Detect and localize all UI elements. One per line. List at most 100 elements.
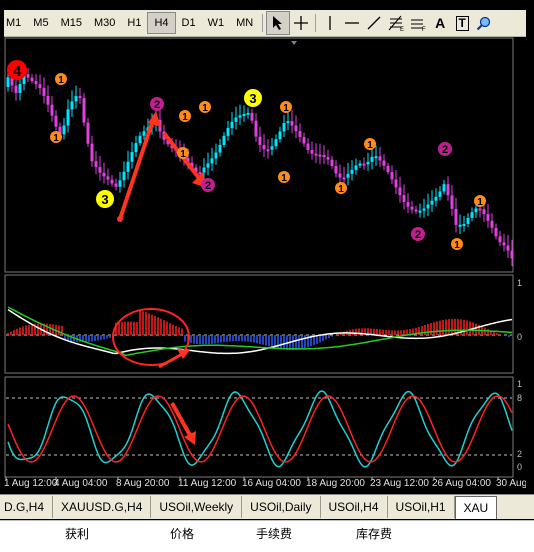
crosshair-icon[interactable] bbox=[290, 12, 312, 34]
candle-body bbox=[54, 115, 58, 127]
timeframe-mn[interactable]: MN bbox=[230, 12, 259, 34]
column-profit[interactable]: 获利 bbox=[65, 525, 89, 542]
candle-body bbox=[358, 163, 362, 166]
candle-body bbox=[110, 179, 114, 184]
candle-body bbox=[338, 173, 342, 178]
candle-body bbox=[398, 187, 402, 196]
time-axis-label: 23 Aug 12:00 bbox=[370, 478, 429, 489]
wave-1-label: 1 bbox=[454, 240, 460, 251]
column-swap[interactable]: 库存费 bbox=[356, 525, 392, 542]
candle-body bbox=[350, 169, 354, 174]
candle-body bbox=[474, 208, 478, 213]
tab-chart-xauusd-h4[interactable]: XAUUSD.G,H4 bbox=[53, 496, 152, 518]
timeframe-m30[interactable]: M30 bbox=[88, 12, 121, 34]
candle-body bbox=[434, 196, 438, 201]
candle-body bbox=[122, 171, 126, 181]
candle-body bbox=[286, 121, 290, 124]
vertical-line-icon[interactable] bbox=[319, 12, 341, 34]
candle-body bbox=[38, 84, 42, 89]
candle-body bbox=[506, 245, 510, 251]
candle-body bbox=[482, 209, 486, 215]
candle-body bbox=[98, 167, 102, 173]
tab-chart-usoil-daily[interactable]: USOil,Daily bbox=[242, 496, 321, 518]
candle-body bbox=[234, 117, 238, 122]
candle-body bbox=[318, 154, 322, 157]
text-icon[interactable]: A bbox=[429, 12, 451, 34]
wave-1-label: 1 bbox=[58, 75, 64, 86]
stoch-axis-top: 1 bbox=[517, 379, 522, 389]
candle-body bbox=[406, 201, 410, 207]
tab-chart-dg-h4[interactable]: D.G,H4 bbox=[0, 496, 54, 518]
candle-body bbox=[82, 98, 86, 123]
candle-body bbox=[414, 209, 418, 212]
candle-body bbox=[362, 163, 366, 166]
candle-body bbox=[134, 143, 138, 153]
time-axis-label: 26 Aug 04:00 bbox=[432, 478, 491, 489]
wave-2-label: 2 bbox=[415, 229, 421, 241]
candle-body bbox=[390, 172, 394, 180]
candle-body bbox=[90, 143, 94, 162]
horizontal-line-icon[interactable] bbox=[341, 12, 363, 34]
wave-1-label: 1 bbox=[338, 184, 344, 195]
candle-body bbox=[354, 165, 358, 170]
candle-body bbox=[222, 135, 226, 145]
timeframe-h1[interactable]: H1 bbox=[121, 12, 147, 34]
timeframe-d1[interactable]: D1 bbox=[176, 12, 202, 34]
channel-icon[interactable]: F bbox=[407, 12, 429, 34]
candle-body bbox=[78, 96, 82, 99]
candle-body bbox=[266, 149, 270, 152]
cursor-icon[interactable] bbox=[266, 11, 291, 35]
candle-body bbox=[138, 135, 142, 144]
candle-body bbox=[294, 125, 298, 132]
candle-body bbox=[342, 177, 346, 180]
timeframe-h4[interactable]: H4 bbox=[147, 12, 176, 34]
candle-body bbox=[478, 208, 482, 211]
tab-chart-usoil-h4[interactable]: USOil,H4 bbox=[321, 496, 388, 518]
candle-body bbox=[298, 131, 302, 138]
chart-area[interactable]: 4 3 3 2 2 2 2 1 1 1 1 1 1 1 1 1 1 1 1 0 1 8 2 0 1 Aug… bbox=[4, 37, 527, 491]
candle-body bbox=[6, 77, 10, 87]
tab-chart-usoil-h1[interactable]: USOil,H1 bbox=[388, 496, 455, 518]
timeframe-m1[interactable]: M1 bbox=[4, 12, 27, 34]
candle-body bbox=[426, 204, 430, 209]
candle-body bbox=[34, 81, 38, 85]
candle-body bbox=[26, 74, 30, 78]
candle-body bbox=[114, 183, 118, 187]
zoom-icon[interactable] bbox=[473, 12, 495, 34]
candle-body bbox=[418, 210, 422, 213]
candle-body bbox=[230, 121, 234, 129]
trendline-icon[interactable] bbox=[363, 12, 385, 34]
fibonacci-icon[interactable]: E bbox=[385, 12, 407, 34]
candle-body bbox=[458, 224, 462, 227]
candle-body bbox=[490, 220, 494, 228]
wave-1-label: 1 bbox=[180, 149, 186, 160]
column-commission[interactable]: 手续费 bbox=[256, 525, 292, 542]
tab-chart-xau[interactable]: XAU bbox=[454, 495, 498, 519]
candle-body bbox=[254, 120, 258, 137]
candle-body bbox=[270, 146, 274, 150]
timeframe-m5[interactable]: M5 bbox=[27, 12, 54, 34]
stoch-axis-20: 2 bbox=[517, 449, 522, 459]
candle-body bbox=[510, 250, 514, 259]
time-axis-label: 1 Aug 12:00 bbox=[4, 478, 58, 489]
timeframe-w1[interactable]: W1 bbox=[202, 12, 231, 34]
svg-text:F: F bbox=[422, 27, 426, 32]
candle-body bbox=[142, 131, 146, 136]
column-price[interactable]: 价格 bbox=[170, 525, 194, 542]
candle-body bbox=[46, 95, 50, 105]
label-icon[interactable]: T bbox=[451, 12, 473, 34]
candle-body bbox=[486, 214, 490, 221]
candle-body bbox=[382, 160, 386, 166]
wave-1-label: 1 bbox=[182, 112, 188, 123]
tab-chart-usoil-weekly[interactable]: USOil,Weekly bbox=[151, 496, 243, 518]
candle-body bbox=[322, 155, 326, 158]
price-chart-canvas[interactable]: 4 3 3 2 2 2 2 1 1 1 1 1 1 1 1 1 1 1 1 0 1 8 2 0 1 Aug… bbox=[4, 37, 527, 491]
wave-2-label: 2 bbox=[154, 99, 160, 111]
stoch-axis-80: 8 bbox=[517, 393, 522, 403]
candle-body bbox=[422, 208, 426, 211]
candle-body bbox=[442, 184, 446, 192]
candle-body bbox=[130, 152, 134, 162]
toolbar-separator bbox=[315, 14, 317, 32]
timeframe-m15[interactable]: M15 bbox=[55, 12, 88, 34]
macd-axis-top: 1 bbox=[517, 278, 522, 288]
